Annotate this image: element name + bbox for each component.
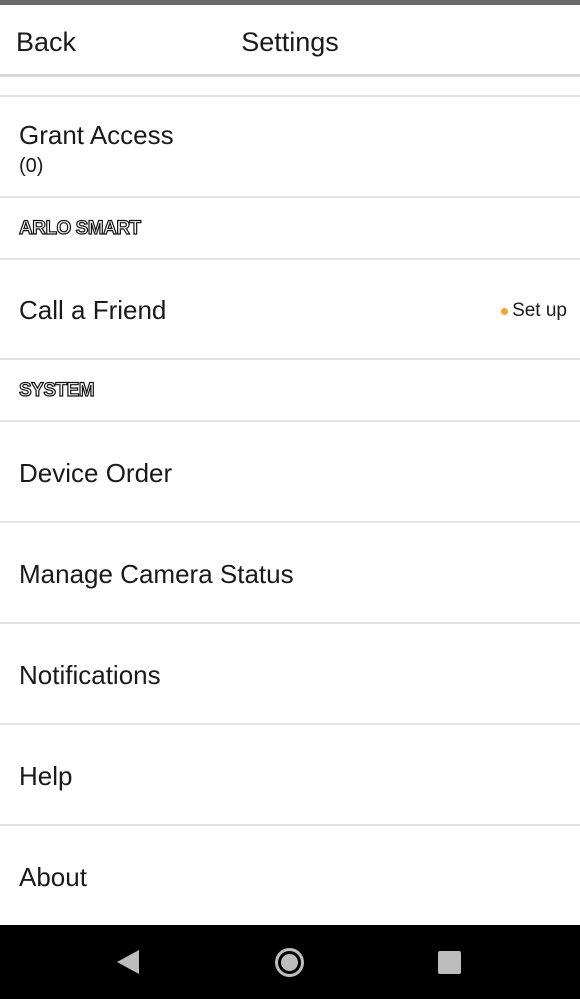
section-header-system: SYSTEM — [0, 360, 580, 422]
grant-access-count: (0) — [19, 155, 44, 177]
setup-status: Set up — [501, 300, 567, 322]
nav-back-icon[interactable] — [117, 950, 139, 974]
system-navigation-bar — [0, 925, 580, 999]
section-label-system: SYSTEM — [18, 379, 95, 401]
grant-access-item[interactable]: Grant Access (0) — [0, 97, 580, 198]
section-header-arlo-smart: ARLO SMART — [0, 198, 580, 260]
device-order-item[interactable]: Device Order — [0, 422, 580, 523]
status-dot-icon — [501, 307, 509, 315]
list-item-partial[interactable] — [0, 80, 580, 97]
about-item[interactable]: About — [0, 826, 580, 925]
notifications-label: Notifications — [19, 660, 161, 690]
nav-home-icon[interactable] — [275, 948, 304, 977]
call-a-friend-label: Call a Friend — [19, 295, 167, 325]
settings-list[interactable]: Grant Access (0) ARLO SMART Call a Frien… — [0, 80, 580, 925]
manage-camera-status-item[interactable]: Manage Camera Status — [0, 523, 580, 624]
notifications-item[interactable]: Notifications — [0, 624, 580, 725]
manage-camera-status-label: Manage Camera Status — [19, 559, 294, 589]
app-header: Back Settings — [0, 5, 580, 77]
setup-status-text: Set up — [512, 300, 567, 321]
nav-recent-apps-icon[interactable] — [438, 951, 461, 974]
page-title: Settings — [241, 27, 339, 57]
call-a-friend-item[interactable]: Call a Friend Set up — [0, 260, 580, 360]
help-label: Help — [19, 761, 73, 791]
device-order-label: Device Order — [19, 458, 173, 488]
section-label-arlo-smart: ARLO SMART — [18, 217, 141, 239]
help-item[interactable]: Help — [0, 725, 580, 826]
about-label: About — [19, 862, 87, 892]
grant-access-label: Grant Access — [19, 120, 174, 150]
